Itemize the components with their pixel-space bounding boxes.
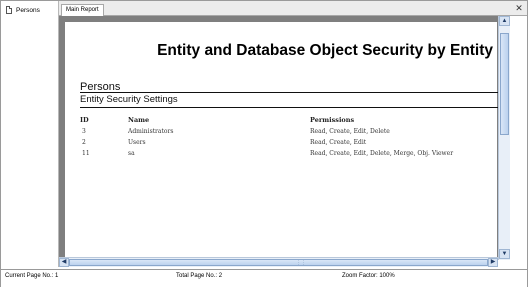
row-2-name: Users [128,139,146,146]
report-view-area[interactable]: Entity and Database Object Security by E… [59,16,503,260]
vertical-scrollbar[interactable]: ▲ ▼ [498,16,510,260]
security-settings-header: Entity Security Settings [80,92,500,108]
column-header-permissions: Permissions [310,116,355,124]
tab-main-report[interactable]: Main Report [61,4,104,16]
row-3-permissions: Read, Create, Edit, Delete, Merge, Obj. … [310,150,454,157]
horizontal-scroll-thumb[interactable]: ⋮⋮ [69,259,488,266]
arrow-left-icon[interactable]: ◀ [59,258,69,267]
report-title: Entity and Database Object Security by E… [157,42,493,59]
horizontal-scrollbar[interactable]: ◀ ⋮⋮ ▶ [59,257,498,267]
group-tree-panel: Persons [1,1,59,267]
arrow-up-icon[interactable]: ▲ [499,16,510,26]
report-tab-strip: Main Report ✕ [59,1,527,16]
zoom-factor-status: Zoom Factor: 100% [342,273,395,279]
crystal-report-viewer: Persons Main Report ✕ Entity and Databas… [0,0,528,287]
column-header-id: ID [80,116,89,124]
row-1-name: Administrators [128,128,174,135]
security-settings-title: Entity Security Settings [80,94,178,105]
row-2-permissions: Read, Create, Edit [310,139,367,146]
report-page: Entity and Database Object Security by E… [65,22,500,260]
row-1-permissions: Read, Create, Edit, Delete [310,128,390,135]
row-2-id: 2 [82,139,86,146]
close-icon[interactable]: ✕ [514,3,524,13]
group-tree-item-label: Persons [16,6,40,14]
row-3-id: 11 [82,150,90,157]
row-1-id: 3 [82,128,86,135]
column-header-name: Name [128,116,150,124]
status-bar: Current Page No.: 1 Total Page No.: 2 Zo… [1,269,527,287]
current-page-status: Current Page No.: 1 [5,273,59,279]
group-tree-item-persons[interactable]: Persons [6,6,40,14]
vertical-scroll-thumb[interactable] [500,33,509,135]
arrow-right-icon[interactable]: ▶ [488,258,498,267]
arrow-down-icon[interactable]: ▼ [499,249,510,259]
grip-icon: ⋮⋮ [296,260,306,266]
total-page-status: Total Page No.: 2 [176,273,223,279]
document-icon [6,6,12,14]
row-3-name: sa [128,150,135,157]
